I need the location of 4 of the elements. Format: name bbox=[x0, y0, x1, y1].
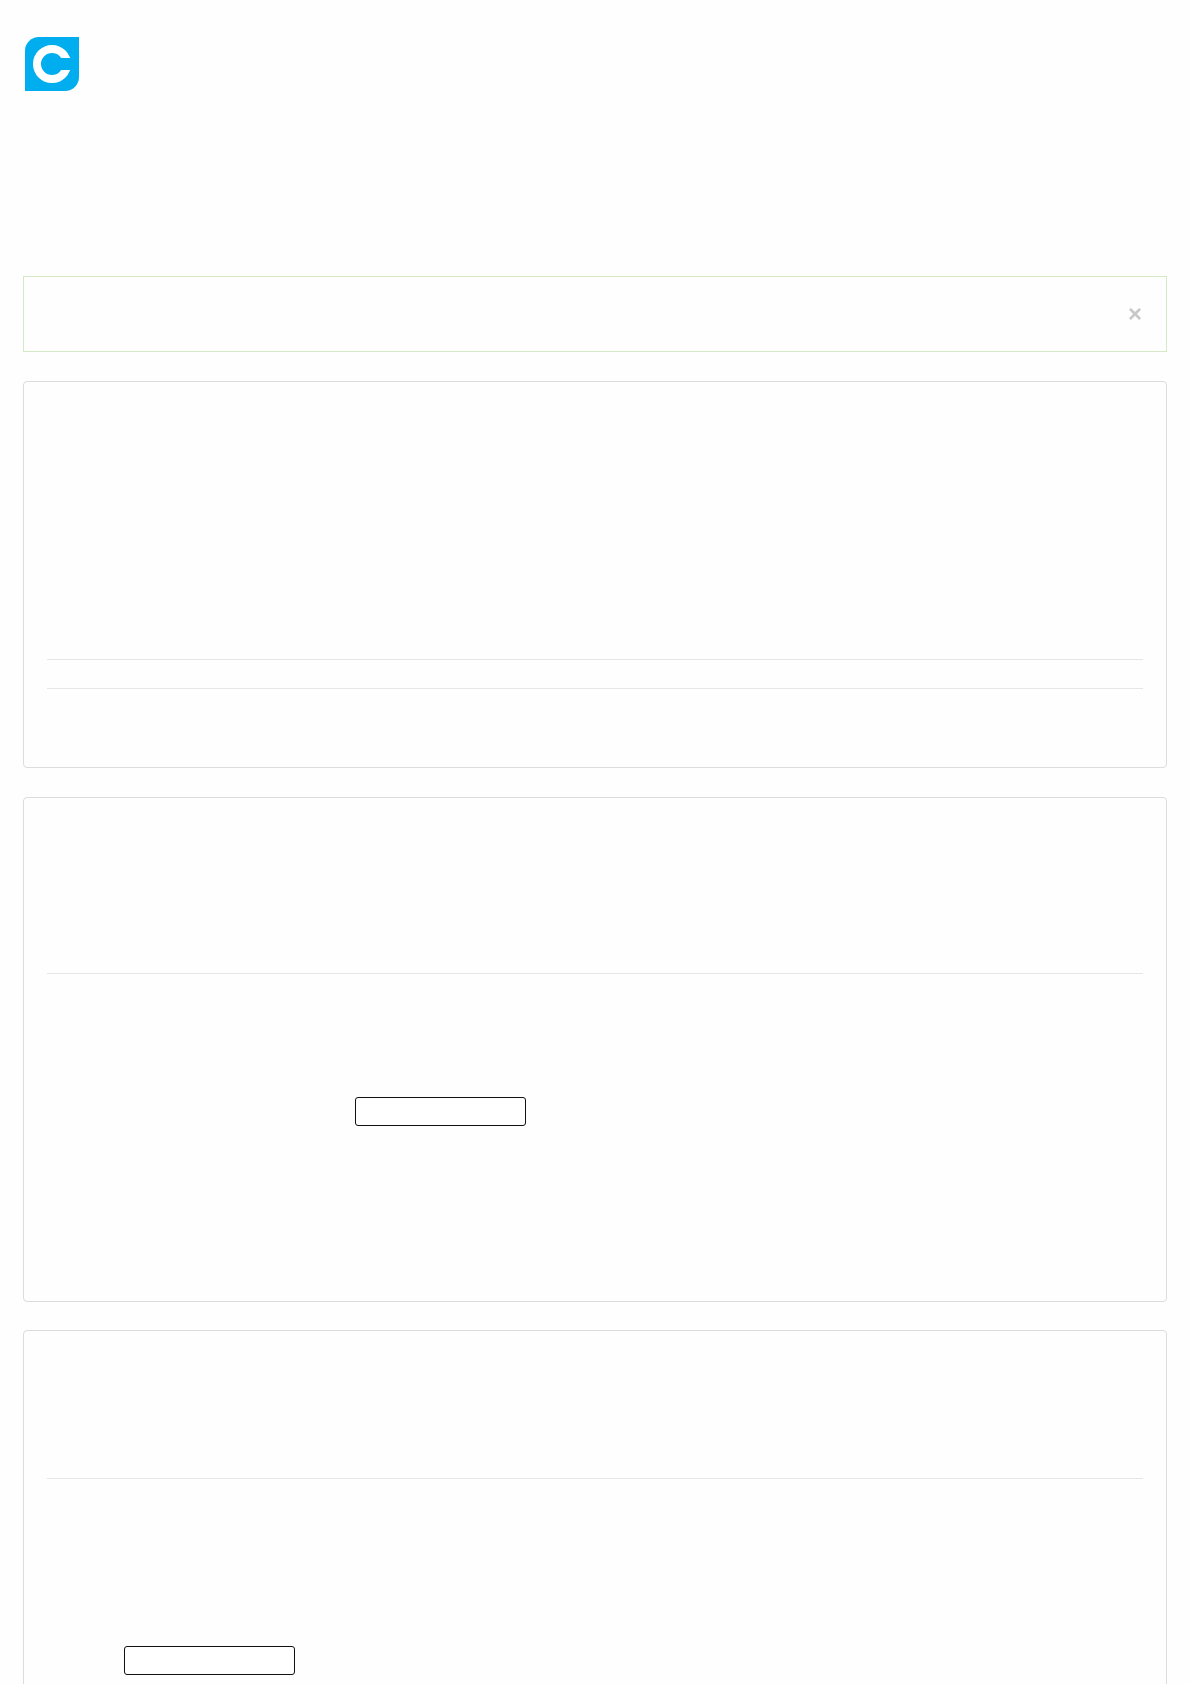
logo-icon bbox=[25, 37, 79, 91]
input-field[interactable] bbox=[355, 1097, 526, 1126]
input-field[interactable] bbox=[124, 1646, 295, 1675]
close-button[interactable]: × bbox=[1126, 302, 1144, 326]
